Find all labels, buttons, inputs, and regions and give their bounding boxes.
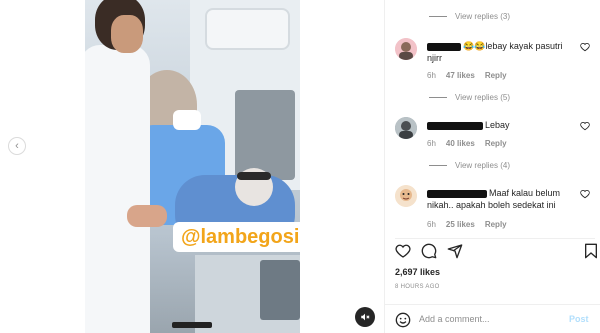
comment-list: View replies (3) 😂😂lebay kayak pasutri n… xyxy=(385,0,600,234)
comment-icon[interactable] xyxy=(421,243,437,259)
mute-button[interactable] xyxy=(355,307,375,327)
reply-button[interactable]: Reply xyxy=(485,220,507,229)
view-replies-button[interactable]: View replies (4) xyxy=(429,161,510,170)
comment-text: Maaf kalau belum nikah.. apakah boleh se… xyxy=(427,187,579,211)
dental-tools xyxy=(260,260,300,320)
view-replies-label: View replies (4) xyxy=(455,161,510,170)
comment-time: 6h xyxy=(427,139,436,148)
doctor-figure xyxy=(85,45,150,333)
post-side-panel: View replies (3) 😂😂lebay kayak pasutri n… xyxy=(384,0,600,333)
heart-icon[interactable] xyxy=(580,121,590,131)
doctor-face xyxy=(111,15,143,53)
comment-meta: 6h 47 likes Reply xyxy=(427,71,507,80)
dental-equipment xyxy=(235,90,295,180)
dental-lamp xyxy=(205,8,290,50)
watermark-label: @lambegosiip xyxy=(173,222,300,252)
bookmark-icon[interactable] xyxy=(583,243,599,259)
previous-post-button[interactable]: ‹ xyxy=(8,137,26,155)
heart-icon[interactable] xyxy=(580,189,590,199)
reply-button[interactable]: Reply xyxy=(485,139,507,148)
chevron-left-icon: ‹ xyxy=(15,140,19,152)
avatar[interactable] xyxy=(395,38,417,60)
share-icon[interactable] xyxy=(447,243,463,259)
comment-time: 6h xyxy=(427,220,436,229)
username-redacted[interactable] xyxy=(427,121,483,130)
comment-text: Lebay xyxy=(427,119,579,131)
username-redacted[interactable] xyxy=(427,189,487,198)
comment-meta: 6h 25 likes Reply xyxy=(427,220,507,229)
view-replies-button[interactable]: View replies (3) xyxy=(429,12,510,21)
post-actions xyxy=(395,238,597,262)
view-replies-label: View replies (5) xyxy=(455,93,510,102)
comment-likes[interactable]: 40 likes xyxy=(446,139,475,148)
patient-glasses xyxy=(237,172,271,180)
post-video[interactable]: @lambegosiip xyxy=(85,0,300,333)
like-count[interactable]: 2,697 likes xyxy=(395,267,440,277)
add-comment-bar: Post xyxy=(385,304,600,333)
reply-button[interactable]: Reply xyxy=(485,71,507,80)
divider-line xyxy=(429,16,447,17)
heart-icon[interactable] xyxy=(580,42,590,52)
post-modal: ‹ @lambegosiip xyxy=(0,0,600,333)
divider-line xyxy=(429,165,447,166)
view-replies-label: View replies (3) xyxy=(455,12,510,21)
holding-hands xyxy=(127,205,167,227)
view-replies-button[interactable]: View replies (5) xyxy=(429,93,510,102)
divider-line xyxy=(429,97,447,98)
smiley-icon[interactable] xyxy=(395,312,411,328)
speaker-muted-icon xyxy=(361,313,370,321)
media-pane: ‹ @lambegosiip xyxy=(0,0,384,333)
video-caption-mark xyxy=(172,322,212,328)
comment-input[interactable] xyxy=(419,310,559,328)
comment-likes[interactable]: 25 likes xyxy=(446,220,475,229)
nurse-mask xyxy=(173,110,201,130)
username-redacted[interactable] xyxy=(427,42,461,51)
comment-time: 6h xyxy=(427,71,436,80)
comment-meta: 6h 40 likes Reply xyxy=(427,139,507,148)
comment-text: 😂😂lebay kayak pasutri njirr xyxy=(427,40,579,64)
post-timestamp: 8 HOURS AGO xyxy=(395,284,440,290)
comment-likes[interactable]: 47 likes xyxy=(446,71,475,80)
avatar[interactable] xyxy=(395,185,417,207)
heart-icon[interactable] xyxy=(395,243,411,259)
post-button[interactable]: Post xyxy=(569,314,589,324)
avatar[interactable] xyxy=(395,117,417,139)
comment-body: Lebay xyxy=(485,120,510,130)
